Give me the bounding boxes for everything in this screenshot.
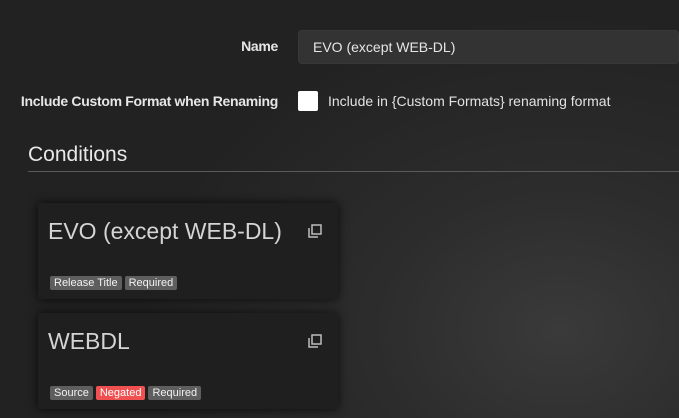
tag-negated: Negated: [95, 386, 146, 400]
conditions-divider: [28, 171, 679, 172]
clone-icon[interactable]: [308, 224, 322, 238]
condition-card[interactable]: EVO (except WEB-DL) Release Title Requir…: [38, 203, 338, 299]
tag-required: Required: [148, 386, 202, 400]
tag-required: Required: [124, 276, 178, 290]
condition-card[interactable]: WEBDL Source Negated Required: [38, 313, 338, 409]
name-label: Name: [241, 38, 278, 54]
tag-release-title: Release Title: [50, 276, 122, 290]
condition-tags: Source Negated Required: [50, 386, 202, 400]
clone-icon[interactable]: [308, 334, 322, 348]
tag-source: Source: [50, 386, 93, 400]
include-custom-format-help: Include in {Custom Formats} renaming for…: [328, 93, 611, 109]
conditions-title: Conditions: [28, 143, 128, 166]
condition-card-title: WEBDL: [48, 328, 130, 354]
include-custom-format-checkbox[interactable]: [298, 91, 318, 111]
condition-tags: Release Title Required: [50, 276, 178, 290]
include-custom-format-label: Include Custom Format when Renaming: [20, 93, 278, 109]
name-input[interactable]: [298, 30, 679, 64]
condition-card-title: EVO (except WEB-DL): [48, 218, 282, 244]
